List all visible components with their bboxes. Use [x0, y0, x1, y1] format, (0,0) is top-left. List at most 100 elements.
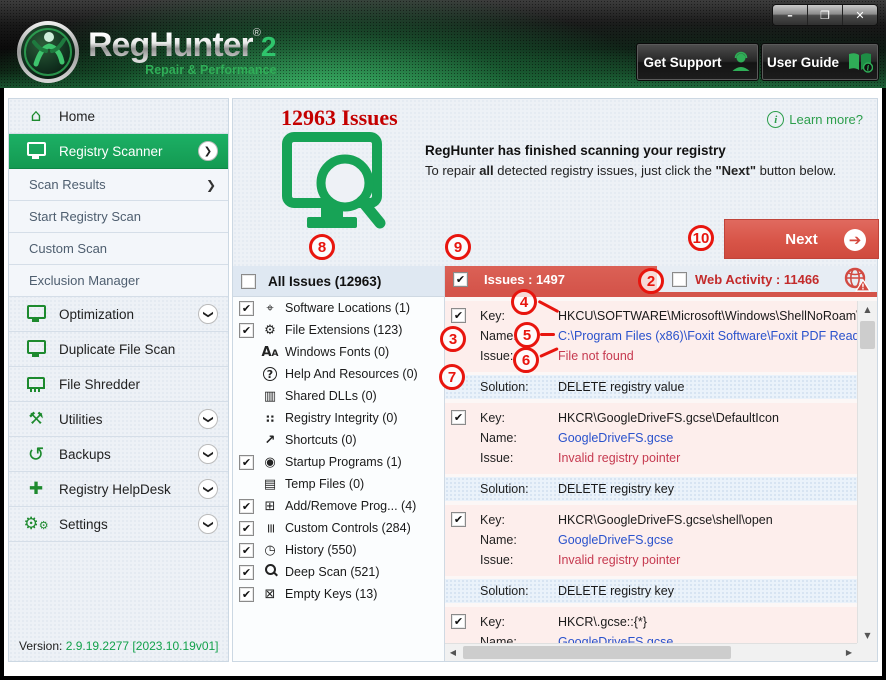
minimize-button[interactable]: –	[773, 5, 807, 25]
issue-checkbox[interactable]: ✔	[451, 308, 466, 323]
category-checkbox[interactable]: ✔	[239, 455, 254, 470]
registry-key: HKCU\SOFTWARE\Microsoft\Windows\ShellNoR…	[558, 309, 857, 323]
solution-row: Solution:DELETE registry value	[445, 375, 857, 399]
category-shortcuts[interactable]: ↗ Shortcuts (0)	[233, 429, 444, 451]
sidebar-item-start-registry-scan[interactable]: Start Registry Scan	[9, 201, 228, 233]
all-issues-checkbox[interactable]: ✔	[241, 274, 256, 289]
temp-file-icon: ▤	[261, 478, 279, 491]
category-file-extensions[interactable]: ✔ ⚙ File Extensions (123)	[233, 319, 444, 341]
issue-description: File not found	[558, 349, 857, 363]
brand-name: RegHunter	[88, 26, 253, 64]
results-divider-strip	[445, 292, 877, 297]
all-issues-header[interactable]: ✔ All Issues (12963)	[233, 266, 444, 297]
get-support-button[interactable]: Get Support	[637, 44, 758, 80]
web-activity-checkbox[interactable]: ✔	[672, 272, 687, 287]
scan-monitor-magnifier-icon	[281, 131, 391, 249]
sidebar-item-label: Duplicate File Scan	[59, 342, 175, 357]
sidebar-item-duplicate-file-scan[interactable]: Duplicate File Scan	[9, 332, 228, 367]
help-question-icon: ?	[261, 367, 279, 381]
scroll-up-icon[interactable]: ▲	[858, 301, 877, 317]
sidebar-item-label: Registry HelpDesk	[59, 482, 171, 497]
close-button[interactable]: ✕	[842, 5, 877, 25]
chevron-down-icon[interactable]: ❯	[198, 409, 218, 429]
registry-name-link[interactable]: GoogleDriveFS.gcse	[558, 431, 857, 445]
sidebar-item-registry-helpdesk[interactable]: ✚ Registry HelpDesk ❯	[9, 472, 228, 507]
scroll-right-icon[interactable]: ▶	[841, 644, 857, 661]
category-temp-files[interactable]: ▤ Temp Files (0)	[233, 473, 444, 495]
sidebar-item-home[interactable]: ⌂ Home	[9, 99, 228, 134]
vertical-scroll-thumb[interactable]	[860, 321, 875, 349]
registry-name-link[interactable]: GoogleDriveFS.gcse	[558, 533, 857, 547]
chevron-down-icon[interactable]: ❯	[198, 514, 218, 534]
chevron-down-icon[interactable]: ❯	[198, 479, 218, 499]
category-checkbox[interactable]: ✔	[239, 565, 254, 580]
category-checkbox[interactable]: ✔	[239, 499, 254, 514]
brand-version-number: 2	[261, 31, 277, 62]
web-activity-globe-icon: !	[843, 267, 871, 292]
horizontal-scrollbar[interactable]: ◀ ▶	[445, 643, 857, 661]
category-deep-scan[interactable]: ✔ Deep Scan (521)	[233, 561, 444, 583]
issue-description: Invalid registry pointer	[558, 553, 857, 567]
sidebar-item-utilities[interactable]: ⚒ Utilities ❯	[9, 402, 228, 437]
svg-text:i: i	[867, 63, 870, 72]
category-help-and-resources[interactable]: ? Help And Resources (0)	[233, 363, 444, 385]
category-software-locations[interactable]: ✔ ⌖ Software Locations (1)	[233, 297, 444, 319]
category-startup-programs[interactable]: ✔ ◉ Startup Programs (1)	[233, 451, 444, 473]
maximize-button[interactable]: ❐	[807, 5, 842, 25]
registry-name-link[interactable]: GoogleDriveFS.gcse	[558, 635, 857, 643]
category-shared-dlls[interactable]: ▥ Shared DLLs (0)	[233, 385, 444, 407]
sidebar-item-scan-results[interactable]: Scan Results ❯	[9, 169, 228, 201]
user-guide-label: User Guide	[767, 55, 839, 70]
learn-more-link[interactable]: i Learn more?	[767, 111, 863, 128]
issue-entry[interactable]: ✔ Key:HKCR\.gcse::{*} Name:GoogleDriveFS…	[445, 607, 857, 643]
category-checkbox[interactable]: ✔	[239, 587, 254, 602]
issue-entry[interactable]: ✔ Key:HKCR\GoogleDriveFS.gcse\shell\open…	[445, 505, 857, 576]
scroll-left-icon[interactable]: ◀	[445, 644, 461, 661]
sidebar-item-label: Backups	[59, 447, 111, 462]
sidebar-item-label: Registry Scanner	[59, 144, 163, 159]
category-registry-integrity[interactable]: ⠶ Registry Integrity (0)	[233, 407, 444, 429]
category-checkbox[interactable]: ✔	[239, 323, 254, 338]
sidebar-item-backups[interactable]: ↺ Backups ❯	[9, 437, 228, 472]
category-custom-controls[interactable]: ✔ ≡ Custom Controls (284)	[233, 517, 444, 539]
shredder-icon	[21, 376, 51, 393]
registry-name-link[interactable]: C:\Program Files (x86)\Foxit Software\Fo…	[558, 329, 857, 343]
solution-value: DELETE registry value	[558, 380, 857, 394]
chevron-down-icon[interactable]: ❯	[198, 304, 218, 324]
issues-tab-checkbox[interactable]: ✔	[453, 272, 468, 287]
sidebar-item-custom-scan[interactable]: Custom Scan	[9, 233, 228, 265]
sidebar-item-exclusion-manager[interactable]: Exclusion Manager	[9, 265, 228, 297]
next-button[interactable]: Next ➔	[724, 219, 879, 259]
category-checkbox[interactable]: ✔	[239, 543, 254, 558]
tools-icon: ⚒	[21, 411, 51, 428]
results-tabbar: ✔ Issues : 1497 ✔ Web Activity : 11466 !	[445, 266, 877, 292]
magnifier-icon	[261, 565, 279, 579]
issue-checkbox[interactable]: ✔	[451, 512, 466, 527]
sidebar-item-registry-scanner[interactable]: Registry Scanner ❯	[9, 134, 228, 169]
sidebar-item-label: Custom Scan	[29, 241, 107, 256]
solution-row: Solution:DELETE registry key	[445, 477, 857, 501]
category-history[interactable]: ✔ ◷ History (550)	[233, 539, 444, 561]
category-checkbox[interactable]: ✔	[239, 521, 254, 536]
scroll-down-icon[interactable]: ▼	[858, 627, 877, 643]
sidebar-item-optimization[interactable]: Optimization ❯	[9, 297, 228, 332]
category-empty-keys[interactable]: ✔ ⊠ Empty Keys (13)	[233, 583, 444, 605]
category-add-remove-programs[interactable]: ✔ ⊞ Add/Remove Prog... (4)	[233, 495, 444, 517]
issue-entry[interactable]: ✔ Key:HKCU\SOFTWARE\Microsoft\Windows\Sh…	[445, 301, 857, 372]
horizontal-scroll-thumb[interactable]	[463, 646, 731, 659]
sidebar-item-label: File Shredder	[59, 377, 140, 392]
issue-entry[interactable]: ✔ Key:HKCR\GoogleDriveFS.gcse\DefaultIco…	[445, 403, 857, 474]
sidebar-item-settings[interactable]: ⚙⚙ Settings ❯	[9, 507, 228, 542]
chevron-down-icon[interactable]: ❯	[198, 444, 218, 464]
user-guide-button[interactable]: User Guide i	[762, 44, 878, 80]
tab-issues[interactable]: ✔ Issues : 1497	[445, 266, 657, 292]
web-activity-label: Web Activity : 11466	[695, 272, 819, 287]
category-windows-fonts[interactable]: AA Windows Fonts (0)	[233, 341, 444, 363]
issue-checkbox[interactable]: ✔	[451, 410, 466, 425]
issue-checkbox[interactable]: ✔	[451, 614, 466, 629]
vertical-scrollbar[interactable]: ▲ ▼	[857, 301, 877, 643]
category-checkbox[interactable]: ✔	[239, 301, 254, 316]
gears-icon: ⚙⚙	[21, 516, 51, 533]
sidebar-item-file-shredder[interactable]: File Shredder	[9, 367, 228, 402]
monitor-wand-icon	[21, 305, 51, 323]
